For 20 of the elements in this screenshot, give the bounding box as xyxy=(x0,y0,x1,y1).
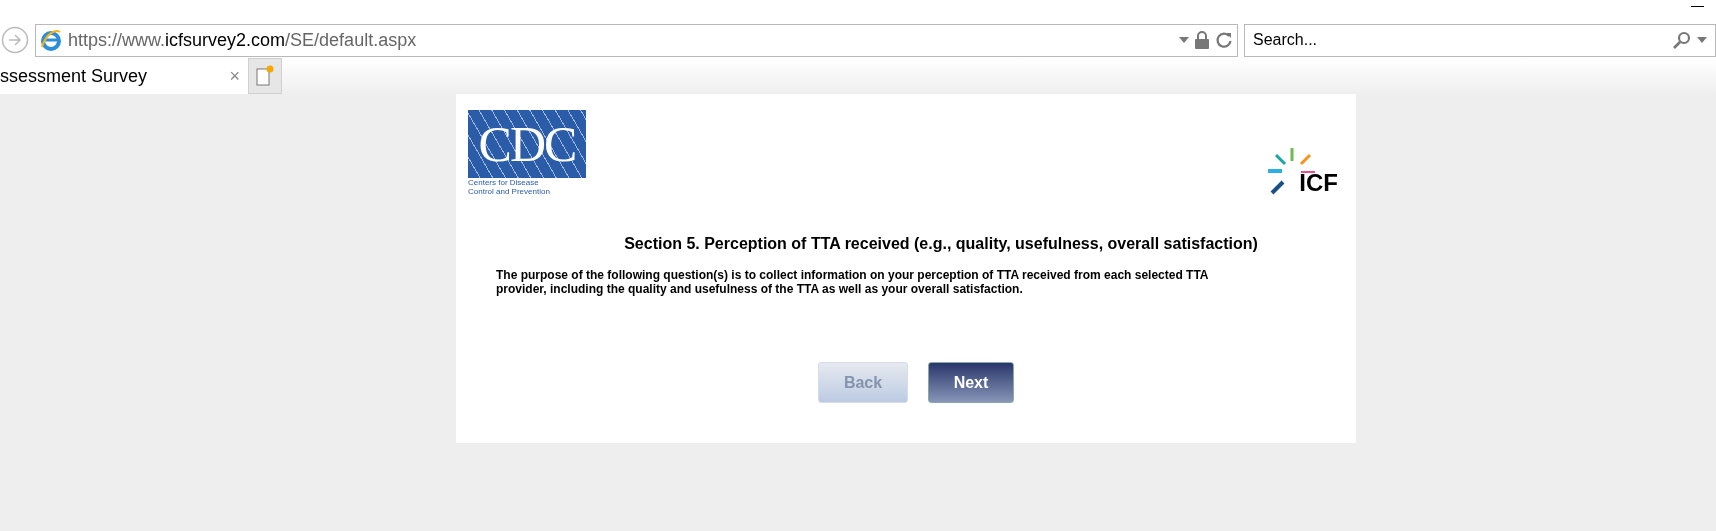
nav-button[interactable]: Next xyxy=(928,362,1014,403)
search-input[interactable]: Search... xyxy=(1253,28,1667,52)
new-page-icon xyxy=(255,65,275,87)
logo-caption: Centers for Disease xyxy=(468,178,540,187)
dropdown-caret-icon[interactable] xyxy=(1179,37,1189,43)
logo-caption: Control and Prevention xyxy=(468,187,551,196)
address-bar[interactable]: https://www.icfsurvey2.com/SE/default.aspx xyxy=(35,23,1238,57)
url-text: https://www.icfsurvey2.com/SE/default.aspx xyxy=(68,28,417,52)
intro-paragraph: The purpose of the following question(s) is to collect information on your perception of TTA received from each selected TTA provider, including the quality and usefulness of the TTA as well as your overall satisfaction. xyxy=(496,268,1210,296)
lock-icon xyxy=(1195,31,1209,49)
logo-mark: ICF xyxy=(1299,171,1338,195)
browser-logo-icon xyxy=(40,29,62,51)
section-heading: Section 5. Perception of TTA received (e.g., quality, usefulness, overall satisfaction) xyxy=(623,234,1259,254)
search-field[interactable]: Search... xyxy=(1244,23,1716,57)
tab-close-button[interactable]: × xyxy=(229,62,240,90)
search-icon[interactable] xyxy=(1673,31,1691,49)
tab-title: ssessment Survey xyxy=(0,64,148,88)
refresh-icon[interactable] xyxy=(1215,31,1233,49)
dropdown-caret-icon[interactable] xyxy=(1697,37,1707,43)
logo-mark: CDC xyxy=(478,119,576,169)
